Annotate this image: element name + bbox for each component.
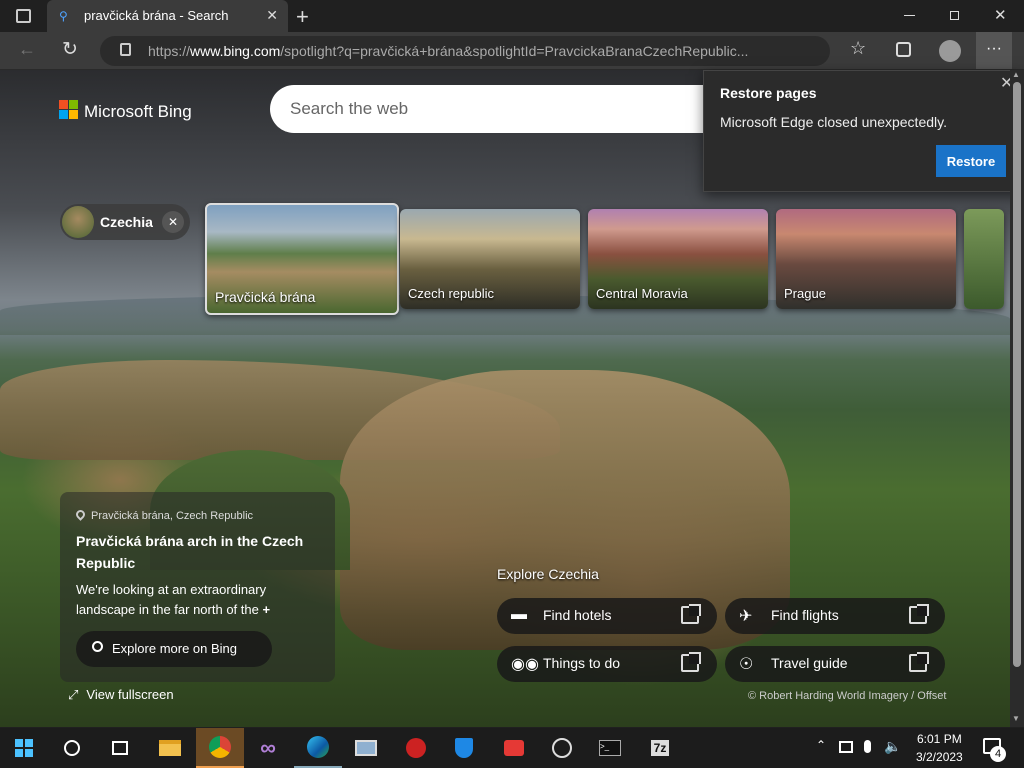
start-button[interactable] xyxy=(0,728,48,768)
view-fullscreen-link[interactable]: ⤢ View fullscreen xyxy=(68,687,174,703)
close-window-icon[interactable]: ✕ xyxy=(994,6,1007,24)
travel-guide-link[interactable]: ☉ Travel guide xyxy=(725,646,945,682)
scroll-up-icon[interactable]: ▲ xyxy=(1012,70,1020,79)
search-favicon-icon: ⚲ xyxy=(59,9,68,23)
spotlight-card[interactable]: Czech republic xyxy=(400,209,580,309)
favorites-icon[interactable]: ☆ xyxy=(850,38,866,59)
location-text: Pravčická brána, Czech Republic xyxy=(91,510,254,522)
file-explorer-icon[interactable] xyxy=(146,728,194,768)
explore-more-label: Explore more on Bing xyxy=(112,641,238,656)
windows-taskbar: ∞ >_ 7z ⌃ 🔈 6:01 PM 3/2/2023 4 xyxy=(0,728,1024,768)
card-label: Central Moravia xyxy=(596,286,688,301)
card-label: Pravčická brána xyxy=(215,289,316,305)
bed-icon: ▬ xyxy=(511,606,527,623)
card-label: Prague xyxy=(784,286,826,301)
popup-title: Restore pages xyxy=(720,85,817,101)
network-icon[interactable] xyxy=(839,741,853,753)
topic-chip[interactable]: Czechia ✕ xyxy=(60,204,190,240)
search-input[interactable] xyxy=(290,97,690,121)
browser-tab[interactable]: ⚲ pravčická brána - Search ✕ xyxy=(47,0,288,32)
volume-icon[interactable]: 🔈 xyxy=(884,738,901,755)
edge-icon[interactable] xyxy=(294,728,342,768)
photos-icon[interactable] xyxy=(342,728,390,768)
logo-blue-square xyxy=(59,110,68,119)
clock-time[interactable]: 6:01 PM xyxy=(917,732,962,746)
copyright-text: © Robert Harding World Imagery / Offset xyxy=(748,690,947,702)
fullscreen-icon: ⤢ xyxy=(68,687,79,702)
search-box[interactable] xyxy=(270,85,710,133)
tab-actions-icon[interactable] xyxy=(16,9,31,23)
restore-window-icon[interactable] xyxy=(950,11,959,20)
task-view-icon[interactable] xyxy=(96,728,144,768)
defender-icon[interactable] xyxy=(440,728,488,768)
spotlight-card[interactable]: Pravčická brána xyxy=(205,203,399,315)
chrome-icon[interactable] xyxy=(196,728,244,768)
description: We're looking at an extraordinary landsc… xyxy=(76,582,271,617)
url-text[interactable]: https://www.bing.com/spotlight?q=pravčic… xyxy=(148,43,758,59)
address-bar[interactable]: https://www.bing.com/spotlight?q=pravčic… xyxy=(100,36,830,66)
tab-title: pravčická brána - Search xyxy=(84,8,229,23)
visual-studio-icon[interactable]: ∞ xyxy=(244,728,292,768)
minimize-icon[interactable] xyxy=(904,15,915,16)
notification-count-badge: 4 xyxy=(990,746,1006,762)
search-taskbar-icon[interactable] xyxy=(48,728,96,768)
restore-pages-popup: Restore pages ✕ Microsoft Edge closed un… xyxy=(703,70,1024,192)
chip-label: Czechia xyxy=(100,214,153,230)
compass-icon: ☉ xyxy=(739,656,754,673)
security-app-icon[interactable] xyxy=(392,728,440,768)
close-tab-icon[interactable]: ✕ xyxy=(266,7,278,24)
restore-button[interactable]: Restore xyxy=(936,145,1006,177)
headline: Pravčická brána arch in the Czech Republ… xyxy=(76,533,304,571)
external-link-icon xyxy=(909,652,929,672)
recorder-icon[interactable] xyxy=(490,728,538,768)
lock-icon[interactable] xyxy=(120,43,131,56)
title-bar: ⚲ pravčická brána - Search ✕ + ✕ xyxy=(0,0,1024,32)
external-link-icon xyxy=(681,652,701,672)
chip-close-icon[interactable]: ✕ xyxy=(162,211,184,233)
new-tab-icon[interactable]: + xyxy=(296,4,309,30)
settings-more-icon[interactable]: ··· xyxy=(976,32,1012,69)
binoculars-icon: ◉◉ xyxy=(511,656,539,673)
things-to-do-link[interactable]: ◉◉ Things to do xyxy=(497,646,717,682)
read-more-icon[interactable]: + xyxy=(262,602,270,617)
refresh-icon[interactable]: ↻ xyxy=(62,38,78,61)
profile-avatar[interactable] xyxy=(939,40,961,62)
info-panel: Pravčická brána, Czech Republic Pravčick… xyxy=(60,492,335,682)
spotlight-card[interactable]: Prague xyxy=(776,209,956,309)
logo-text: Microsoft Bing xyxy=(84,102,192,121)
logo-yellow-square xyxy=(69,110,78,119)
scrollbar-thumb[interactable] xyxy=(1013,82,1021,667)
external-link-icon xyxy=(681,604,701,624)
spotlight-card[interactable]: Central Moravia xyxy=(588,209,768,309)
7zip-icon[interactable]: 7z xyxy=(636,728,684,768)
back-icon[interactable]: ← xyxy=(18,39,36,60)
url-host: www.bing.com xyxy=(190,43,281,59)
show-hidden-icons[interactable]: ⌃ xyxy=(816,738,826,752)
location-pin-icon xyxy=(74,508,87,521)
windows-logo-icon xyxy=(15,739,33,757)
logo-red-square xyxy=(59,100,68,109)
chip-thumbnail xyxy=(62,206,94,238)
explore-title: Explore Czechia xyxy=(497,566,599,582)
clock-date[interactable]: 3/2/2023 xyxy=(916,750,963,764)
popup-message: Microsoft Edge closed unexpectedly. xyxy=(720,114,947,130)
logo-green-square xyxy=(69,100,78,109)
microphone-icon[interactable] xyxy=(864,740,871,753)
plane-icon: ✈ xyxy=(739,608,753,625)
collections-icon[interactable] xyxy=(896,42,911,57)
obs-icon[interactable] xyxy=(538,728,586,768)
search-icon xyxy=(92,641,103,652)
scroll-down-icon[interactable]: ▼ xyxy=(1012,714,1020,723)
card-label: Czech republic xyxy=(408,286,494,301)
bing-logo[interactable]: Microsoft Bing xyxy=(59,100,199,122)
terminal-icon[interactable]: >_ xyxy=(586,728,634,768)
spotlight-card-partial[interactable] xyxy=(964,209,1004,309)
find-hotels-link[interactable]: ▬ Find hotels xyxy=(497,598,717,634)
external-link-icon xyxy=(909,604,929,624)
explore-more-button[interactable]: Explore more on Bing xyxy=(76,631,272,667)
find-flights-link[interactable]: ✈ Find flights xyxy=(725,598,945,634)
